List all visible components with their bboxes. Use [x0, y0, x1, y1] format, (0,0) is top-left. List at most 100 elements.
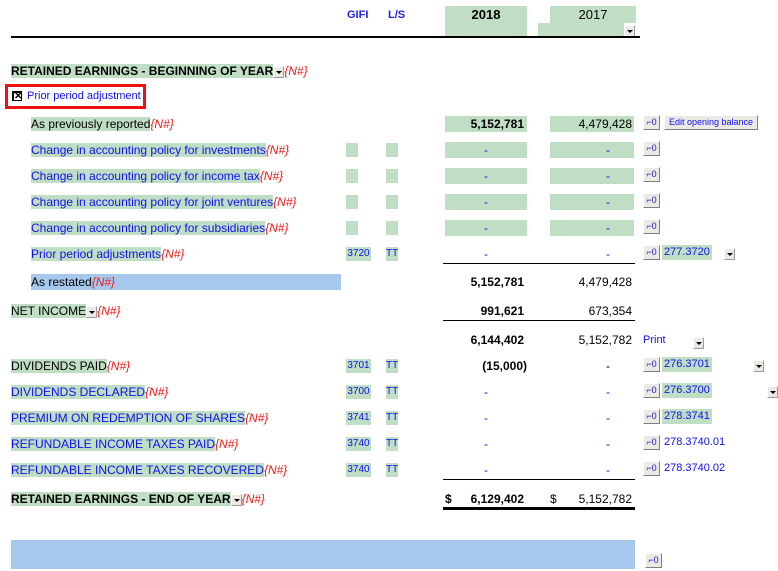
- nref-tag: {N#}: [215, 437, 239, 451]
- re-begin-dropdown[interactable]: [273, 65, 285, 78]
- subtotal-rule: [443, 320, 635, 321]
- nref-tag: {N#}: [97, 304, 121, 318]
- nref-tag: {N#}: [106, 359, 131, 373]
- schedule-ref[interactable]: 278.3741: [662, 409, 712, 424]
- prior-period-adjustments-label[interactable]: Prior period adjustments: [31, 247, 162, 261]
- ls-code[interactable]: TT: [386, 247, 398, 261]
- nref-tag: {N#}: [273, 195, 297, 209]
- ls-cell[interactable]: [386, 143, 398, 157]
- prior-period-checkbox[interactable]: ✕: [12, 91, 22, 102]
- ls-code[interactable]: TT: [386, 385, 398, 399]
- change-subsidiaries-2018[interactable]: -: [445, 220, 527, 236]
- print-button[interactable]: Print: [643, 334, 666, 346]
- year-2017-header: 2017: [550, 6, 636, 23]
- gifi-code[interactable]: 3701: [346, 359, 371, 373]
- change-income-tax-2017[interactable]: -: [550, 168, 634, 184]
- dividends-declared-row: DIVIDENDS DECLARED{N#}: [11, 384, 168, 400]
- change-income-tax-row: Change in accounting policy for income t…: [31, 168, 283, 184]
- gifi-cell[interactable]: [346, 143, 358, 157]
- gifi-code[interactable]: 3700: [346, 385, 371, 399]
- note-button[interactable]: ⌐0: [643, 461, 660, 476]
- as-restated-2017: 4,479,428: [578, 275, 632, 289]
- dividends-paid-2017: -: [606, 359, 610, 373]
- schedule-ref[interactable]: 278.3740.02: [662, 461, 727, 476]
- schedule-ref-dropdown[interactable]: [724, 247, 736, 260]
- gifi-code[interactable]: 3740: [346, 437, 371, 451]
- ls-cell[interactable]: [386, 169, 398, 183]
- year-2017-subheader[interactable]: [538, 23, 624, 36]
- change-investments-label[interactable]: Change in accounting policy for investme…: [31, 143, 266, 157]
- change-subsidiaries-label[interactable]: Change in accounting policy for subsidia…: [31, 221, 266, 235]
- schedule-ref[interactable]: 276.3701: [662, 357, 712, 372]
- change-investments-row: Change in accounting policy for investme…: [31, 142, 289, 158]
- net-income-dropdown[interactable]: [86, 305, 98, 318]
- schedule-ref-dropdown[interactable]: [753, 359, 765, 372]
- re-end-dropdown[interactable]: [230, 493, 242, 506]
- change-subsidiaries-2017[interactable]: -: [550, 220, 634, 236]
- dividends-paid-row: DIVIDENDS PAID{N#}: [11, 358, 130, 374]
- gifi-code[interactable]: 3740: [346, 463, 371, 477]
- change-income-tax-2018[interactable]: -: [445, 168, 527, 184]
- change-joint-ventures-2017[interactable]: -: [550, 194, 634, 210]
- gifi-cell[interactable]: [346, 195, 358, 209]
- change-joint-ventures-2018[interactable]: -: [445, 194, 527, 210]
- schedule-ref[interactable]: 276.3700: [662, 383, 712, 398]
- note-button[interactable]: ⌐0: [645, 553, 662, 568]
- subtotal-2017: 5,152,782: [578, 333, 632, 347]
- rit-paid-label[interactable]: REFUNDABLE INCOME TAXES PAID: [11, 437, 216, 451]
- rit-recovered-label[interactable]: REFUNDABLE INCOME TAXES RECOVERED: [11, 463, 264, 477]
- re-begin-row: RETAINED EARNINGS - BEGINNING OF YEAR {N#…: [11, 63, 308, 79]
- change-investments-2017[interactable]: -: [550, 142, 634, 158]
- note-button[interactable]: ⌐0: [643, 167, 660, 182]
- as-previously-reported-2018[interactable]: 5,152,781: [445, 116, 527, 132]
- ls-code[interactable]: TT: [386, 463, 398, 477]
- note-button[interactable]: ⌐0: [643, 409, 660, 424]
- edit-opening-balance-button[interactable]: Edit opening balance: [664, 115, 758, 130]
- notes-bar[interactable]: [11, 540, 635, 569]
- header-divider: [11, 36, 640, 38]
- print-dropdown[interactable]: [692, 336, 704, 349]
- re-end-2017: 5,152,782: [578, 492, 632, 506]
- premium-redemption-label[interactable]: PREMIUM ON REDEMPTION OF SHARES: [11, 411, 246, 425]
- dividends-declared-2018: -: [484, 385, 488, 399]
- as-previously-reported-2017[interactable]: 4,479,428: [550, 116, 634, 132]
- note-button[interactable]: ⌐0: [643, 383, 660, 398]
- change-investments-2018[interactable]: -: [445, 142, 527, 158]
- prior-period-checkbox-label[interactable]: Prior period adjustment: [27, 90, 141, 102]
- note-button[interactable]: ⌐0: [643, 435, 660, 450]
- note-button[interactable]: ⌐0: [643, 193, 660, 208]
- dividends-paid-label[interactable]: DIVIDENDS PAID: [11, 359, 107, 373]
- gifi-code[interactable]: 3720: [346, 247, 371, 261]
- currency-symbol-2017: $: [550, 492, 557, 506]
- schedule-ref-dropdown[interactable]: [767, 385, 778, 398]
- schedule-ref[interactable]: 278.3740.01: [662, 435, 727, 450]
- note-button[interactable]: ⌐0: [643, 115, 660, 130]
- ls-code[interactable]: TT: [386, 437, 398, 451]
- as-restated-label: As restated: [31, 275, 92, 289]
- note-button[interactable]: ⌐0: [643, 357, 660, 372]
- currency-symbol-2018: $: [445, 492, 452, 506]
- ls-cell[interactable]: [386, 221, 398, 235]
- re-end-row: RETAINED EARNINGS - END OF YEAR {N#}: [11, 491, 265, 507]
- change-income-tax-label[interactable]: Change in accounting policy for income t…: [31, 169, 260, 183]
- subtotal-rule: [443, 263, 635, 264]
- rit-recovered-2017: -: [606, 463, 610, 477]
- re-begin-label: RETAINED EARNINGS - BEGINNING OF YEAR: [11, 64, 274, 78]
- nref-tag: {N#}: [263, 463, 288, 477]
- subtotal-rule: [443, 479, 635, 480]
- dividends-declared-label[interactable]: DIVIDENDS DECLARED: [11, 385, 146, 399]
- gifi-cell[interactable]: [346, 169, 358, 183]
- note-button[interactable]: ⌐0: [643, 219, 660, 234]
- as-previously-reported-row: As previously reported{N#}: [31, 116, 174, 132]
- year-2018-subheader[interactable]: [445, 23, 527, 36]
- ls-code[interactable]: TT: [386, 411, 398, 425]
- note-button[interactable]: ⌐0: [643, 245, 660, 260]
- ls-cell[interactable]: [386, 195, 398, 209]
- schedule-ref[interactable]: 277.3720: [662, 245, 712, 260]
- gifi-cell[interactable]: [346, 221, 358, 235]
- ls-code[interactable]: TT: [386, 359, 398, 373]
- gifi-code[interactable]: 3741: [346, 411, 371, 425]
- note-button[interactable]: ⌐0: [643, 141, 660, 156]
- re-end-2018: 6,129,402: [470, 492, 524, 506]
- change-joint-ventures-label[interactable]: Change in accounting policy for joint ve…: [31, 195, 274, 209]
